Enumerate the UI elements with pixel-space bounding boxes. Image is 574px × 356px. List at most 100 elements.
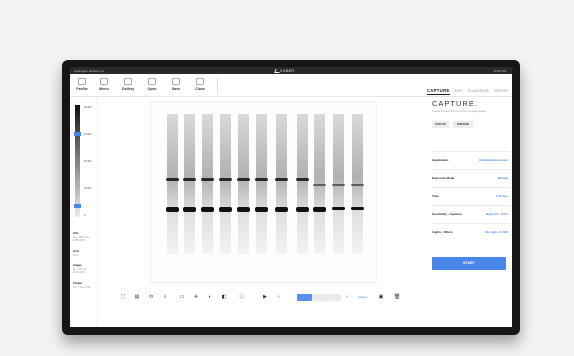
setting-value[interactable]: No Light - F-595 <box>485 230 508 234</box>
gel-image-viewer[interactable] <box>150 101 377 283</box>
image-section: Image Bin: 1x1 Size: 2048x1536 <box>73 263 97 274</box>
capture-panel: CAPTURE. Choose a preset from the list f… <box>425 97 512 327</box>
setting-row-lights-filters[interactable]: Lights - Filters No Light - F-595 <box>432 223 510 240</box>
save-label: Save <box>171 87 181 91</box>
gel-lane <box>166 114 179 254</box>
setting-value[interactable]: 1.00 Sec <box>496 194 508 198</box>
device-name: GelImager Module 1.0 <box>74 69 104 73</box>
zoom-icon[interactable]: ⌕ <box>162 294 168 300</box>
scale-label: 0 <box>84 214 86 217</box>
previous-icon[interactable]: ‹ <box>276 294 282 300</box>
trash-icon[interactable]: 🗑 <box>394 294 400 300</box>
gel-band <box>255 178 268 181</box>
close-icon <box>196 78 204 85</box>
clock: 10:30 AM <box>493 69 506 73</box>
gel-band <box>255 207 268 212</box>
setting-row-sensitivity[interactable]: Sensitivity - Aperture High 1x1 - F/0.7 <box>432 205 510 222</box>
next-icon[interactable]: › <box>344 294 350 300</box>
palette-icon[interactable]: ◐ <box>207 294 213 300</box>
gel-lane <box>351 114 364 254</box>
fit-screen-icon[interactable]: ⛶ <box>120 294 126 300</box>
contrast-icon[interactable]: ◧ <box>221 294 227 300</box>
display-icon[interactable]: ▣ <box>378 294 384 300</box>
wizard-button[interactable]: WIZARD <box>453 121 473 128</box>
max-intensity-handle[interactable] <box>74 132 81 136</box>
unit-detail: Pixel <box>73 253 79 257</box>
brand-name: VILBER <box>280 68 295 73</box>
gel-band <box>237 207 250 212</box>
menu-label: Menu <box>99 87 109 91</box>
menu-button[interactable]: Menu <box>94 76 114 94</box>
image-link[interactable]: Image 1 <box>358 296 367 299</box>
focus-button[interactable]: FOCUS <box>432 121 449 128</box>
toolbar-divider <box>217 78 218 94</box>
setting-label: Sensitivity - Aperture <box>432 212 463 216</box>
panel-title: CAPTURE. <box>432 99 478 108</box>
intensity-panel: 60 000 45 000 30 000 15 000 0 Info Res: … <box>70 97 98 327</box>
open-button[interactable]: Open <box>142 76 162 94</box>
gel-lane <box>219 114 232 254</box>
setting-row-exposure-mode[interactable]: Exposure Mode Manual <box>432 169 510 186</box>
gallery-button[interactable]: Gallery <box>118 76 138 94</box>
gel-lane <box>275 114 288 254</box>
save-button[interactable]: Save <box>166 76 186 94</box>
scale-label: 30 000 <box>84 160 92 163</box>
document-icon[interactable]: ▤ <box>134 294 140 300</box>
info-icon[interactable]: ⓘ <box>239 294 245 300</box>
ruler-icon[interactable]: ▭ <box>179 294 185 300</box>
frame-detail: Nb: 1 Time: 0.5s <box>73 285 91 289</box>
frame-section: Frame Nb: 1 Time: 0.5s <box>73 281 90 289</box>
crosshair-icon[interactable]: ✛ <box>193 294 199 300</box>
setting-row-application[interactable]: Application Chemiluminescence <box>432 151 510 168</box>
gel-lane <box>201 114 214 254</box>
save-icon <box>172 78 180 85</box>
setting-row-time[interactable]: Time 1.00 Sec <box>432 187 510 204</box>
start-button[interactable]: START <box>432 257 506 270</box>
rotate-icon[interactable]: ⟲ <box>148 294 154 300</box>
frame-progress-bar[interactable] <box>297 294 341 301</box>
frame-title: Frame <box>73 281 83 285</box>
profile-icon <box>78 78 86 85</box>
setting-label: Application <box>432 158 449 162</box>
close-button[interactable]: Close <box>190 76 210 94</box>
image-detail: Bin: 1x1 Size: 2048x1536 <box>73 267 88 274</box>
info-title: Info <box>73 231 79 235</box>
info-detail: Res: 16bit Size: 2048x1536 <box>73 235 90 242</box>
tab-capture[interactable]: CAPTURE <box>426 88 450 95</box>
tab-report[interactable]: REPORT <box>494 89 509 93</box>
gel-lane <box>296 114 309 254</box>
gel-band <box>351 184 364 186</box>
tab-elaborate[interactable]: ELABORATE <box>468 89 489 93</box>
gel-band <box>351 207 364 210</box>
min-intensity-handle[interactable] <box>74 204 81 208</box>
gel-lane <box>237 114 250 254</box>
gel-lane <box>183 114 196 254</box>
gel-band <box>166 178 179 181</box>
gel-band <box>296 207 309 212</box>
tab-edit[interactable]: EDIT <box>455 89 463 93</box>
info-section: Info Res: 16bit Size: 2048x1536 <box>73 231 97 242</box>
mode-tabs: CAPTURE EDIT ELABORATE REPORT <box>423 88 509 95</box>
setting-value[interactable]: Chemiluminescence <box>479 158 508 162</box>
progress-fill <box>297 294 313 301</box>
main-toolbar: Profile Menu Gallery Open Save Close CAP… <box>70 74 512 97</box>
close-label: Close <box>195 87 205 91</box>
setting-label: Exposure Mode <box>432 176 455 180</box>
play-icon[interactable]: ▶ <box>262 294 268 300</box>
gel-band <box>275 207 288 212</box>
gallery-icon <box>124 78 132 85</box>
gel-lane <box>255 114 268 254</box>
app-screen: GelImager Module 1.0 VILBER 10:30 AM Pro… <box>70 67 512 327</box>
profile-label: Profile <box>76 87 88 91</box>
intensity-scale <box>75 105 80 217</box>
setting-value[interactable]: Manual <box>498 176 508 180</box>
panel-description: Choose a preset from the list for the im… <box>432 110 486 113</box>
setting-label: Lights - Filters <box>432 230 453 234</box>
gallery-label: Gallery <box>121 87 135 91</box>
scale-label: 60 000 <box>84 106 92 109</box>
gel-band <box>183 178 196 181</box>
menu-icon <box>100 78 108 85</box>
profile-button[interactable]: Profile <box>72 76 92 94</box>
setting-label: Time <box>432 194 439 198</box>
setting-value[interactable]: High 1x1 - F/0.7 <box>486 212 508 216</box>
